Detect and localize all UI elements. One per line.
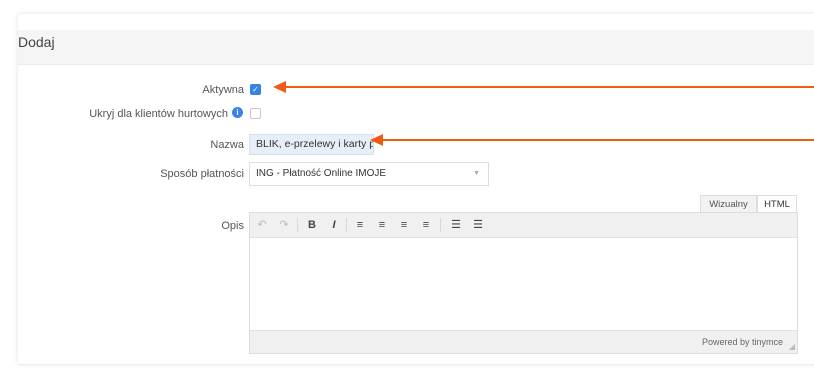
undo-icon[interactable]: ↶: [254, 213, 270, 237]
editor-toolbar: ↶ ↷ B I ≡ ≡ ≡ ≡ ☰ ☰: [250, 213, 797, 238]
numbered-list-icon[interactable]: ☰: [470, 213, 486, 237]
justify-icon[interactable]: ≡: [418, 213, 434, 237]
align-right-icon[interactable]: ≡: [396, 213, 412, 237]
powered-by-label: Powered by tinymce: [701, 337, 783, 347]
info-icon[interactable]: i: [232, 107, 243, 118]
name-input[interactable]: BLIK, e-przelewy i karty pł: [249, 134, 374, 155]
name-label: Nazwa: [210, 139, 244, 151]
active-label: Aktywna: [202, 84, 244, 96]
hide-wholesale-checkbox[interactable]: [250, 108, 261, 119]
tab-html[interactable]: HTML: [757, 195, 797, 213]
description-editor[interactable]: ↶ ↷ B I ≡ ≡ ≡ ≡ ☰ ☰ Powered by tinymce ◢: [249, 212, 798, 354]
redo-icon[interactable]: ↷: [276, 213, 292, 237]
annotation-arrow-head-1: [273, 81, 286, 93]
annotation-arrow-head-2: [370, 134, 383, 146]
italic-icon[interactable]: I: [326, 213, 342, 237]
bullet-list-icon[interactable]: ☰: [448, 213, 464, 237]
card-header: [18, 30, 814, 65]
payment-method-select[interactable]: ING - Płatność Online IMOJE ▼: [249, 162, 489, 186]
annotation-arrow-line-1: [286, 86, 814, 88]
align-left-icon[interactable]: ≡: [352, 213, 368, 237]
description-label: Opis: [221, 220, 244, 232]
resize-handle-icon[interactable]: ◢: [789, 342, 795, 351]
card-title: Dodaj: [18, 34, 55, 50]
payment-method-label: Sposób płatności: [160, 168, 244, 180]
tab-visual[interactable]: Wizualny: [700, 195, 757, 213]
active-checkbox[interactable]: ✓: [250, 84, 261, 95]
divider: [18, 364, 814, 365]
editor-statusbar: Powered by tinymce ◢: [250, 330, 797, 353]
hide-wholesale-label: Ukryj dla klientów hurtowych: [89, 108, 228, 120]
bold-icon[interactable]: B: [304, 213, 320, 237]
chevron-down-icon: ▼: [473, 170, 480, 177]
payment-method-value: ING - Płatność Online IMOJE: [256, 168, 387, 179]
align-center-icon[interactable]: ≡: [374, 213, 390, 237]
annotation-arrow-line-2: [383, 139, 814, 141]
